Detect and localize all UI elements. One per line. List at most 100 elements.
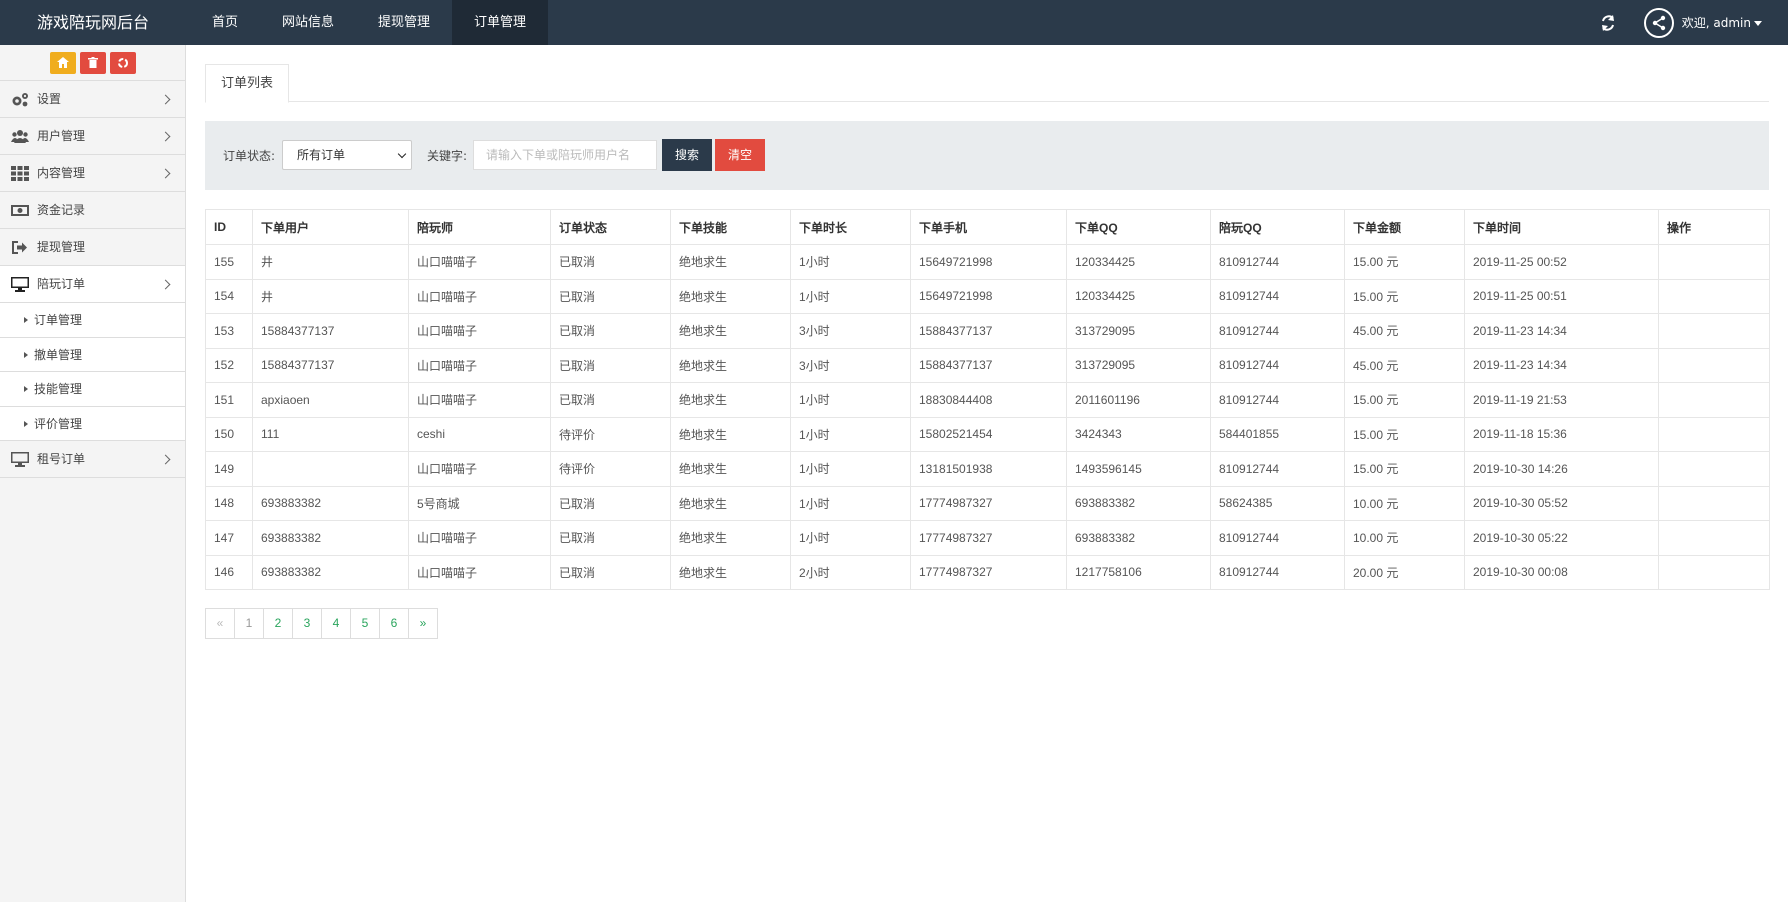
table-cell[interactable]	[1658, 416, 1770, 452]
app-brand[interactable]: 游戏陪玩网后台	[0, 0, 186, 45]
table-cell: 584401855	[1210, 416, 1345, 452]
sidebar-item-label: 陪玩订单	[37, 277, 86, 291]
table-row: 151 apxiaoen 山口喵喵子 已取消 绝地求生 1小时 18830844408 201…	[205, 382, 1770, 418]
sidebar-subitem-label: 撤单管理	[34, 347, 83, 362]
chevron-right-icon	[160, 279, 171, 290]
caret-right-icon	[24, 420, 28, 427]
table-cell: 1小时	[790, 451, 911, 487]
sidebar-item-content[interactable]: 内容管理	[0, 155, 185, 192]
table-cell: ceshi	[408, 416, 551, 452]
status-select[interactable]: 所有订单	[282, 140, 412, 170]
column-header: 下单金额	[1344, 209, 1465, 245]
sidebar-subitem-cancel-manage[interactable]: 撤单管理	[0, 337, 185, 372]
table-cell[interactable]	[1658, 347, 1770, 383]
table-cell: 井	[252, 244, 409, 280]
table-cell: 绝地求生	[670, 451, 791, 487]
table-cell[interactable]	[1658, 382, 1770, 418]
nav-site-info[interactable]: 网站信息	[260, 0, 356, 45]
sidebar-item-settings[interactable]: 设置	[0, 81, 185, 118]
table-cell: 15.00 元	[1344, 278, 1465, 314]
sidebar-item-label: 资金记录	[37, 203, 86, 217]
refresh-icon[interactable]	[1598, 13, 1618, 33]
table-row: 146 693883382 山口喵喵子 已取消 绝地求生 2小时 17774987327 12…	[205, 554, 1770, 590]
nav-home[interactable]: 首页	[190, 0, 260, 45]
table-cell: 2019-10-30 05:22	[1464, 520, 1659, 556]
sidebar-item-funds[interactable]: 资金记录	[0, 192, 185, 229]
table-cell: 1小时	[790, 416, 911, 452]
chevron-right-icon	[160, 94, 171, 105]
page-button[interactable]: 2	[263, 608, 293, 639]
table-cell: 已取消	[550, 244, 671, 280]
table-cell: 2小时	[790, 554, 911, 590]
table-cell: 693883382	[252, 485, 409, 521]
sidebar-subitem-label: 评价管理	[34, 416, 83, 431]
page-button[interactable]: 3	[292, 608, 322, 639]
table-cell: 1小时	[790, 520, 911, 556]
table-cell: 810912744	[1210, 554, 1345, 590]
nav-orders[interactable]: 订单管理	[452, 0, 549, 45]
pagination: «1 2 3 4 5 6»	[205, 608, 438, 639]
sign-out-icon	[12, 241, 27, 254]
page-button[interactable]: 4	[321, 608, 351, 639]
table-cell: 2011601196	[1066, 382, 1211, 418]
table-cell[interactable]	[1658, 554, 1770, 590]
column-header: 陪玩QQ	[1210, 209, 1345, 245]
column-header: 下单时间	[1464, 209, 1659, 245]
keyword-label: 关键字:	[427, 149, 468, 163]
next-page-button[interactable]: »	[408, 608, 438, 639]
page-button[interactable]: 5	[350, 608, 380, 639]
avatar[interactable]	[1643, 7, 1674, 38]
column-header: 下单QQ	[1066, 209, 1211, 245]
table-cell: 待评价	[550, 451, 671, 487]
prev-page-button[interactable]: «	[205, 608, 235, 639]
keyword-input[interactable]	[473, 140, 657, 170]
tab-order-list[interactable]: 订单列表	[205, 64, 290, 103]
table-row: 155 井山口喵喵子 已取消 绝地求生 1小时 15649721998 120334425 8…	[205, 244, 1770, 280]
table-cell[interactable]	[1658, 244, 1770, 280]
search-button[interactable]: 搜索	[662, 139, 712, 171]
sidebar-subitem-review-manage[interactable]: 评价管理	[0, 406, 185, 441]
table-cell: 810912744	[1210, 451, 1345, 487]
table-cell[interactable]	[1658, 313, 1770, 349]
caret-right-icon	[24, 351, 28, 358]
column-header: 下单时长	[790, 209, 911, 245]
trash-button[interactable]	[79, 51, 106, 74]
top-right-area: 欢迎, admin	[1598, 0, 1762, 45]
sidebar-item-rental-orders[interactable]: 租号订单	[0, 441, 185, 478]
table-cell: 120334425	[1066, 244, 1211, 280]
table-cell: 3小时	[790, 347, 911, 383]
sidebar-item-users[interactable]: 用户管理	[0, 118, 185, 155]
status-filter-label: 订单状态:	[223, 149, 276, 163]
table-row: 152 15884377137 山口喵喵子 已取消 绝地求生 3小时 15884377137…	[205, 347, 1770, 383]
recycle-button[interactable]	[109, 51, 136, 74]
sidebar-item-withdraw[interactable]: 提现管理	[0, 229, 185, 266]
table-cell: 1小时	[790, 278, 911, 314]
table-cell: 15884377137	[252, 313, 409, 349]
table-cell: 2019-11-23 14:34	[1464, 347, 1659, 383]
nav-withdraw[interactable]: 提现管理	[356, 0, 452, 45]
table-cell[interactable]	[1658, 485, 1770, 521]
clear-button[interactable]: 清空	[715, 139, 765, 171]
sidebar-subitem-skill-manage[interactable]: 技能管理	[0, 372, 185, 407]
user-menu[interactable]: 欢迎, admin	[1682, 14, 1762, 31]
table-cell[interactable]	[1658, 451, 1770, 487]
sidebar-item-label: 租号订单	[37, 452, 86, 466]
sidebar: 设置 用户管理 内容管理 资金记录 提现管理 陪玩订单 订单管理 撤单管理 技能…	[0, 45, 186, 902]
sidebar-item-companion-orders[interactable]: 陪玩订单	[0, 266, 185, 303]
table-cell[interactable]	[1658, 520, 1770, 556]
table-cell: 15649721998	[910, 244, 1067, 280]
table-cell: 45.00 元	[1344, 313, 1465, 349]
caret-right-icon	[24, 386, 28, 392]
table-cell: 2019-10-30 00:08	[1464, 554, 1659, 590]
chevron-down-icon	[1754, 21, 1762, 26]
table-cell: 3424343	[1066, 416, 1211, 452]
page-button[interactable]: 6	[379, 608, 409, 639]
page-button[interactable]: 1	[234, 608, 264, 639]
home-button[interactable]	[49, 51, 76, 74]
table-cell: 58624385	[1210, 485, 1345, 521]
filter-bar: 订单状态: 所有订单 关键字: 搜索 清空	[205, 121, 1769, 190]
table-body: 155 井山口喵喵子 已取消 绝地求生 1小时 15649721998 120334425 8…	[205, 244, 1770, 590]
sidebar-subitem-order-manage[interactable]: 订单管理	[0, 303, 185, 338]
table-cell[interactable]	[1658, 278, 1770, 314]
table-cell: 3小时	[790, 313, 911, 349]
